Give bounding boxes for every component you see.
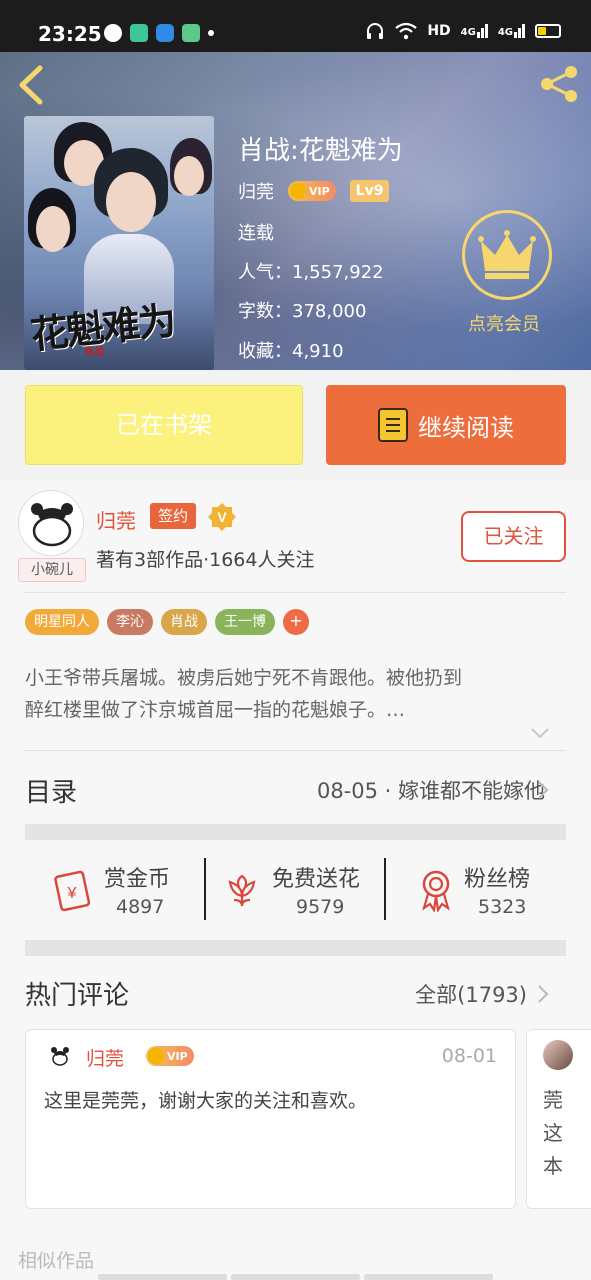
flower-icon xyxy=(228,874,256,907)
book-popularity: 人气：1,557,922 xyxy=(238,262,384,283)
crown-icon xyxy=(148,1048,164,1064)
cover-subtitle: 肖战 xyxy=(84,347,104,358)
signal-2: 4G xyxy=(498,24,525,38)
tag-more-button[interactable]: + xyxy=(283,609,309,635)
fan-ranking-stat[interactable]: 粉丝榜 5323 xyxy=(416,858,566,920)
network-label: HD xyxy=(427,23,451,39)
comment-text: 这里是莞莞，谢谢大家的关注和喜欢。 xyxy=(44,1090,368,1112)
comment-text: 莞这本 xyxy=(543,1088,563,1178)
synopsis[interactable]: 小王爷带兵屠城。被虏后她宁死不肯跟他。被他扔到 醉红楼里做了汴京城首屈一指的花魁… xyxy=(25,662,570,726)
headphones-icon xyxy=(367,23,384,39)
panda-avatar-icon xyxy=(48,1044,72,1068)
membership-button[interactable] xyxy=(462,210,552,300)
section-separator xyxy=(25,940,566,956)
hot-comments-title: 热门评论 xyxy=(25,981,130,1011)
red-envelope-icon: ¥ xyxy=(54,870,91,912)
toc-title[interactable]: 目录 xyxy=(25,772,77,809)
battery-icon xyxy=(535,24,561,38)
stat-separator xyxy=(384,858,386,920)
book-header: 花魁难为 肖战 肖战:花魁难为 归莞 VIP Lv9 连载 人气：1,557,9… xyxy=(0,52,591,370)
book-status: 连载 xyxy=(238,223,274,244)
author-stats: 著有3部作品·1664人关注 xyxy=(96,549,315,571)
send-flowers-stat[interactable]: 免费送花 9579 xyxy=(222,858,382,920)
tag-list: 明星同人 李沁 肖战 王一博 + xyxy=(25,609,309,635)
svg-text:V: V xyxy=(217,509,227,525)
back-arrow-icon[interactable] xyxy=(14,64,48,106)
tag-item[interactable]: 王一博 xyxy=(215,609,275,635)
synopsis-line-2: 醉红楼里做了汴京城首屈一指的花魁娘子。… xyxy=(25,699,406,721)
divider xyxy=(25,592,566,593)
tag-item[interactable]: 明星同人 xyxy=(25,609,99,635)
comment-card[interactable]: 莞这本 xyxy=(526,1029,591,1209)
bottom-tabs-indicator xyxy=(98,1274,493,1280)
crown-icon xyxy=(478,230,536,279)
divider xyxy=(25,750,566,751)
book-word-count: 字数：378,000 xyxy=(238,301,367,322)
book-title: 肖战:花魁难为 xyxy=(238,136,403,166)
author-name[interactable]: 归莞 xyxy=(238,178,274,204)
signed-badge: 签约 xyxy=(150,503,197,529)
chat-app-icon xyxy=(130,24,148,42)
on-shelf-button[interactable]: 已在书架 xyxy=(25,385,303,465)
stat-separator xyxy=(204,858,206,920)
chevron-down-icon[interactable] xyxy=(530,726,550,740)
tag-item[interactable]: 李沁 xyxy=(107,609,153,635)
comment-card[interactable]: 归莞 VIP 08-01 这里是莞莞，谢谢大家的关注和喜欢。 xyxy=(25,1029,516,1209)
vip-badge: VIP xyxy=(288,181,336,201)
tag-item[interactable]: 肖战 xyxy=(161,609,207,635)
comment-date: 08-01 xyxy=(441,1045,497,1067)
status-indicators: HD 4G 4G xyxy=(365,22,561,40)
level-badge: Lv9 xyxy=(349,180,390,202)
toc-latest-chapter[interactable]: 08-05 · 嫁谁都不能嫁他 xyxy=(317,775,545,805)
membership-label[interactable]: 点亮会员 xyxy=(468,310,540,336)
chevron-right-icon[interactable] xyxy=(536,779,550,801)
section-separator xyxy=(25,824,566,840)
chevron-right-icon[interactable] xyxy=(536,983,550,1005)
author-avatar[interactable] xyxy=(18,490,84,556)
book-icon xyxy=(378,408,408,442)
avatar xyxy=(543,1040,573,1070)
panda-avatar-icon xyxy=(31,503,73,547)
verified-badge-icon: V xyxy=(208,503,236,531)
globe-icon xyxy=(104,24,122,42)
status-bar: 23:25 HD 4G 4G xyxy=(0,0,591,52)
android-app-icon xyxy=(182,24,200,42)
synopsis-line-1: 小王爷带兵屠城。被虏后她宁死不肯跟他。被他扔到 xyxy=(25,667,463,689)
author-name-label[interactable]: 归莞 xyxy=(96,505,136,534)
vip-badge: VIP xyxy=(146,1046,194,1066)
status-notification-icons xyxy=(104,24,214,42)
medal-icon xyxy=(422,870,450,912)
all-comments-link[interactable]: 全部(1793) xyxy=(415,979,527,1009)
avatar-tag: 小碗儿 xyxy=(18,558,86,582)
reward-coins-stat[interactable]: ¥ 赏金币 4897 xyxy=(50,858,200,920)
author-line: 归莞 VIP Lv9 xyxy=(238,178,390,204)
browser-app-icon xyxy=(156,24,174,42)
wifi-icon xyxy=(395,22,417,40)
dot-icon xyxy=(208,30,214,36)
book-favorites: 收藏：4,910 xyxy=(238,341,344,362)
crown-icon xyxy=(290,183,306,199)
continue-reading-button[interactable]: 继续阅读 xyxy=(326,385,566,465)
similar-works-title: 相似作品 xyxy=(18,1250,95,1272)
follow-button[interactable]: 已关注 xyxy=(461,511,566,562)
svg-text:¥: ¥ xyxy=(67,885,77,902)
signal-1: 4G xyxy=(461,24,488,38)
book-cover[interactable]: 花魁难为 肖战 xyxy=(24,116,214,370)
status-time: 23:25 xyxy=(38,22,102,46)
commenter-name[interactable]: 归莞 xyxy=(86,1044,124,1071)
share-icon[interactable] xyxy=(537,62,581,106)
